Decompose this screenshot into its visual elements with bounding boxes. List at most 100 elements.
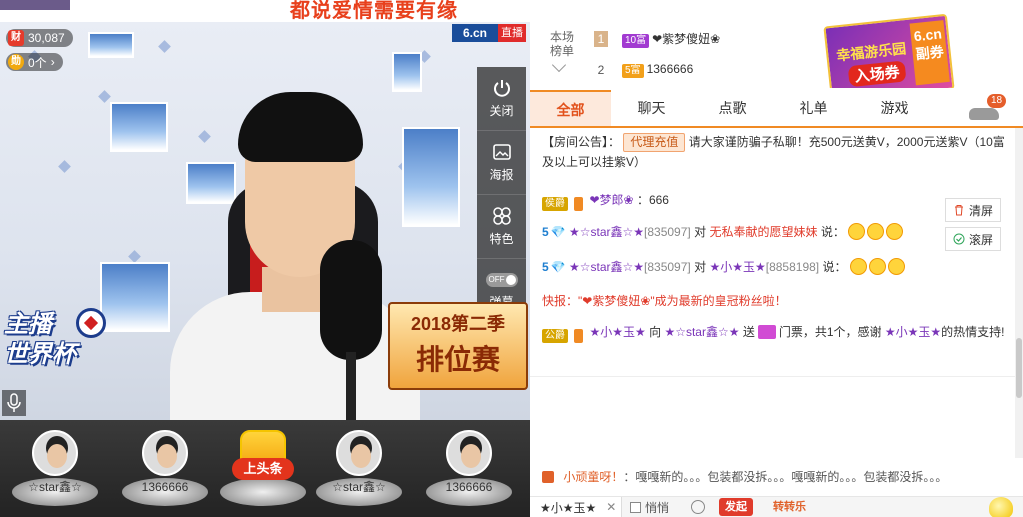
rank-badge: 侯爵: [542, 197, 568, 211]
worldcup-banner[interactable]: 主播 世界杯: [4, 308, 108, 380]
seat-4[interactable]: 1366666: [426, 428, 512, 514]
user-id: [835097]: [644, 225, 691, 239]
emoji-icon: [886, 223, 904, 240]
wallpaper-pattern: [58, 160, 71, 173]
target-name[interactable]: ★☆star鑫☆★: [664, 325, 739, 339]
scroll-screen-button[interactable]: 滚屏: [945, 227, 1001, 251]
wall-poster: [88, 32, 134, 58]
video-player[interactable]: 6.cn 直播 财 30,087 勋 0个 › 关闭 海报 特色 OFF 弹幕: [0, 22, 530, 420]
lightbulb-icon[interactable]: [989, 497, 1013, 517]
level-number: 5: [542, 260, 549, 274]
scrollbar-thumb[interactable]: [1016, 338, 1022, 398]
chat-scrollbar[interactable]: [1015, 128, 1023, 458]
recipient-name: ★小★玉★: [540, 500, 597, 515]
say-word: 说：: [820, 225, 845, 239]
wealth-icon: 财: [8, 30, 24, 46]
thank-name[interactable]: ★小★玉★: [885, 325, 941, 339]
diamond-icon: 💎: [550, 260, 566, 274]
seat-name: ☆star鑫☆: [28, 480, 82, 494]
ticket-icon: [757, 325, 776, 339]
seat-1[interactable]: ☆star鑫☆: [12, 428, 98, 514]
poster-icon: [492, 144, 511, 160]
lucky-wheel-button[interactable]: 转转乐: [767, 498, 812, 516]
tab-games[interactable]: 游戏: [854, 90, 935, 126]
clear-screen-button[interactable]: 清屏: [945, 198, 1001, 222]
car-icon: [969, 108, 999, 120]
avatar[interactable]: [142, 430, 188, 476]
season-line2: 排位赛: [415, 344, 500, 375]
gift-chip[interactable]: 勋 0个 ›: [6, 53, 63, 71]
agent-recharge-link[interactable]: 代理充值: [623, 133, 686, 152]
quick-news: 快报："❤紫梦傻妞❀"成为最新的皇冠粉丝啦！: [542, 291, 1012, 311]
user-id: [835097]: [644, 260, 691, 274]
send-word: 送: [742, 325, 755, 339]
toggle-icon[interactable]: OFF: [485, 272, 518, 287]
avatar[interactable]: [446, 430, 492, 476]
whisper-label: 悄悄: [645, 500, 670, 515]
emoji-icon: [849, 258, 867, 275]
wall-poster: [186, 162, 236, 204]
rank-row[interactable]: 2 5富 1366666: [594, 61, 693, 79]
seat-headline[interactable]: 上头条: [220, 428, 306, 514]
banner-logo: [0, 0, 70, 10]
live-badge: 直播: [498, 24, 526, 42]
wealth-chip: 财 30,087: [6, 29, 73, 47]
rank-row[interactable]: 1 10富 ❤紫梦傻妞❀: [594, 30, 720, 48]
target-name[interactable]: 无私奉献的愿望妹妹: [709, 225, 817, 239]
recipient-selector[interactable]: ★小★玉★ ✕: [530, 496, 622, 517]
quick-text: "❤紫梦傻妞❀"成为最新的皇冠粉丝啦！: [578, 294, 787, 308]
red-packet-button[interactable]: 发起: [719, 498, 754, 516]
broadcast-ticker: 小顽童呀！：嘎嘎新的。。。包装都没拆。。。嘎嘎新的。。。包装都没拆。。。: [530, 458, 1023, 496]
notice-prefix: 【房间公告】：: [542, 135, 621, 149]
promo-side: 6.cn 副券: [909, 20, 950, 86]
user-name[interactable]: ★☆star鑫☆★: [569, 260, 644, 274]
mic-button[interactable]: [2, 390, 26, 416]
user-name[interactable]: ★小★玉★: [589, 325, 645, 339]
whisper-checkbox[interactable]: 悄悄: [630, 499, 669, 516]
to-word: 对: [694, 260, 707, 274]
user-name[interactable]: ❤梦郎❀: [589, 193, 633, 207]
banner-title: 都说爱情需要有缘: [290, 0, 458, 22]
ticker-text: ：嘎嘎新的。。。包装都没拆。。。嘎嘎新的。。。包装都没拆。。。: [623, 470, 948, 484]
rank-user: 5富 1366666: [622, 62, 693, 78]
checkbox[interactable]: [630, 501, 641, 513]
seat-name: 1366666: [445, 480, 493, 494]
seat-2[interactable]: 1366666: [122, 428, 208, 514]
to-word: 向: [649, 325, 662, 339]
room-notice: 【房间公告】： 代理充值 请大家谨防骗子私聊！充500元送黄V，2000元送紫V…: [542, 132, 1012, 172]
promo-brand: 6.cn: [913, 25, 943, 45]
feature-button[interactable]: 特色: [477, 195, 526, 259]
tab-gifts[interactable]: 礼单: [773, 90, 854, 126]
emoji-icon: [848, 223, 866, 240]
car-button[interactable]: 18: [969, 94, 1007, 124]
smile-icon[interactable]: [691, 500, 706, 514]
mic-icon: [7, 393, 21, 412]
ticker-user[interactable]: 小顽童呀！: [563, 470, 623, 484]
chevron-down-icon[interactable]: [551, 57, 567, 73]
tab-songs[interactable]: 点歌: [692, 90, 773, 126]
level-number: 5: [542, 225, 549, 239]
user-name[interactable]: ★☆star鑫☆★: [569, 225, 644, 239]
seat-3[interactable]: ☆star鑫☆: [316, 428, 402, 514]
wall-poster: [110, 102, 168, 152]
rank-number: 2: [597, 63, 605, 77]
close-icon[interactable]: ✕: [606, 500, 616, 514]
poster-button[interactable]: 海报: [477, 131, 526, 195]
avatar[interactable]: [336, 430, 382, 476]
close-video-button[interactable]: 关闭: [477, 67, 526, 131]
avatar[interactable]: [32, 430, 78, 476]
wallpaper-pattern: [98, 90, 111, 103]
rank-user: 10富 ❤紫梦傻妞❀: [622, 30, 720, 48]
diamond-icon: 💎: [550, 225, 566, 239]
headline-button[interactable]: 上头条: [232, 458, 294, 480]
season-banner[interactable]: 2018第二季 排位赛: [388, 302, 528, 390]
rank-badge: 公爵: [542, 329, 568, 343]
emoji-icon: [887, 258, 905, 275]
wealth-value: 30,087: [28, 31, 65, 45]
clear-screen-label: 清屏: [968, 203, 993, 218]
rank-title[interactable]: 本场榜单: [546, 30, 578, 58]
target-name[interactable]: ★小★玉★: [709, 260, 765, 274]
tab-all[interactable]: 全部: [530, 90, 611, 126]
tab-chat[interactable]: 聊天: [611, 90, 692, 126]
gift-stat[interactable]: 勋 0个 ›: [6, 52, 63, 72]
